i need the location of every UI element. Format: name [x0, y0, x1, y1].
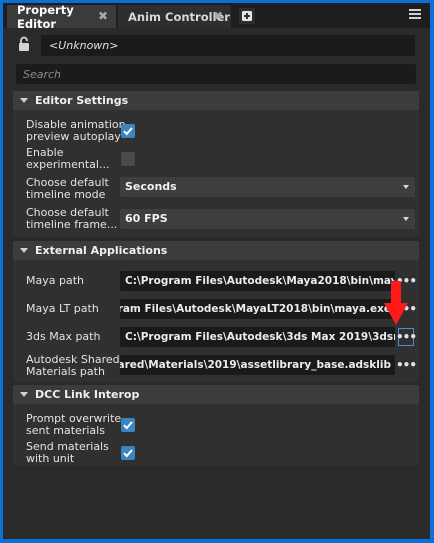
object-name-field[interactable]: <Unknown> — [41, 35, 415, 56]
add-tab-icon[interactable] — [239, 8, 255, 24]
section-title: Editor Settings — [35, 94, 129, 107]
shared-materials-browse-button[interactable]: ••• — [396, 356, 417, 374]
3dsmax-browse-button[interactable]: ••• — [396, 328, 417, 346]
section-title: DCC Link Interop — [35, 388, 140, 401]
setting-row-autoplay: Disable animation preview autoplay — [13, 117, 419, 145]
send-materials-checkbox[interactable] — [121, 446, 135, 460]
setting-row-timeline-frame: Choose default timeline frame... 60 FPS — [13, 205, 419, 233]
section-header-editor-settings[interactable]: Editor Settings — [13, 91, 419, 110]
autoplay-checkbox[interactable] — [121, 124, 135, 138]
collapse-triangle-icon — [20, 98, 28, 103]
prompt-overwrite-checkbox[interactable] — [121, 418, 135, 432]
setting-label: Prompt overwrite sent materials — [26, 412, 122, 437]
setting-label: Disable animation preview autoplay — [26, 118, 126, 143]
setting-row-timeline-mode: Choose default timeline mode Seconds — [13, 175, 419, 203]
setting-label: Send materials with unit — [26, 440, 109, 465]
setting-label: Choose default timeline frame... — [26, 206, 118, 231]
checkmark-icon — [123, 421, 133, 430]
app-row-maya-lt: Maya LT path C:\Program Files\Autodesk\M… — [13, 297, 419, 321]
ellipsis-icon: ••• — [396, 358, 417, 372]
maya-path-field[interactable]: C:\Program Files\Autodesk\Maya2018\bin\m… — [120, 271, 395, 291]
app-row-maya: Maya path C:\Program Files\Autodesk\Maya… — [13, 269, 419, 293]
section-external-applications: External Applications Maya path C:\Progr… — [13, 241, 419, 382]
setting-label: Maya LT path — [26, 302, 99, 315]
section-dcc-link-interop: DCC Link Interop Prompt overwrite sent m… — [13, 385, 419, 465]
tab-property-editor[interactable]: Property Editor ✖ — [7, 3, 116, 31]
experimental-checkbox[interactable] — [121, 152, 135, 166]
dropdown-caret-icon — [403, 185, 409, 189]
timeline-mode-dropdown[interactable]: Seconds — [120, 177, 415, 197]
search-input[interactable] — [16, 64, 416, 84]
dropdown-caret-icon — [403, 217, 409, 221]
shared-materials-path-field[interactable]: C:\Program Files (x86)\Common Files\Auto… — [120, 355, 395, 375]
setting-row-send-materials: Send materials with unit — [13, 439, 419, 467]
checkmark-icon — [123, 449, 133, 458]
app-row-3dsmax: 3ds Max path C:\Program Files\Autodesk\3… — [13, 325, 419, 349]
lock-icon[interactable] — [18, 36, 30, 55]
ellipsis-icon: ••• — [396, 330, 417, 344]
tab-bar: Property Editor ✖ Anim Controller ✖ — [3, 3, 430, 31]
collapse-triangle-icon — [20, 248, 28, 253]
tab-anim-controller[interactable]: Anim Controller ✖ — [118, 5, 231, 28]
close-tab-icon[interactable]: ✖ — [98, 9, 108, 23]
maya-lt-path-field[interactable]: C:\Program Files\Autodesk\MayaLT2018\bin… — [120, 299, 395, 319]
setting-label: 3ds Max path — [26, 330, 101, 343]
red-arrow-icon — [383, 281, 409, 330]
setting-label: Enable experimental... — [26, 146, 110, 171]
property-editor-window: Property Editor ✖ Anim Controller ✖ <Unk… — [3, 3, 430, 539]
setting-row-prompt-overwrite: Prompt overwrite sent materials — [13, 411, 419, 439]
setting-row-experimental: Enable experimental... — [13, 145, 419, 173]
setting-label: Choose default timeline mode — [26, 176, 109, 201]
app-row-shared-materials: Autodesk Shared Materials path C:\Progra… — [13, 353, 419, 379]
3dsmax-path-field[interactable]: C:\Program Files\Autodesk\3ds Max 2019\3… — [120, 327, 395, 347]
section-title: External Applications — [35, 244, 168, 257]
timeline-frame-dropdown[interactable]: 60 FPS — [120, 209, 415, 229]
collapse-triangle-icon — [20, 392, 28, 397]
section-header-external-applications[interactable]: External Applications — [13, 241, 419, 260]
section-header-dcc-link-interop[interactable]: DCC Link Interop — [13, 385, 419, 404]
section-editor-settings: Editor Settings Disable animation previe… — [13, 91, 419, 237]
menu-icon[interactable] — [409, 9, 421, 21]
checkmark-icon — [123, 127, 133, 136]
close-tab-icon[interactable]: ✖ — [213, 9, 223, 23]
setting-label: Autodesk Shared Materials path — [26, 353, 120, 378]
setting-label: Maya path — [26, 274, 84, 287]
